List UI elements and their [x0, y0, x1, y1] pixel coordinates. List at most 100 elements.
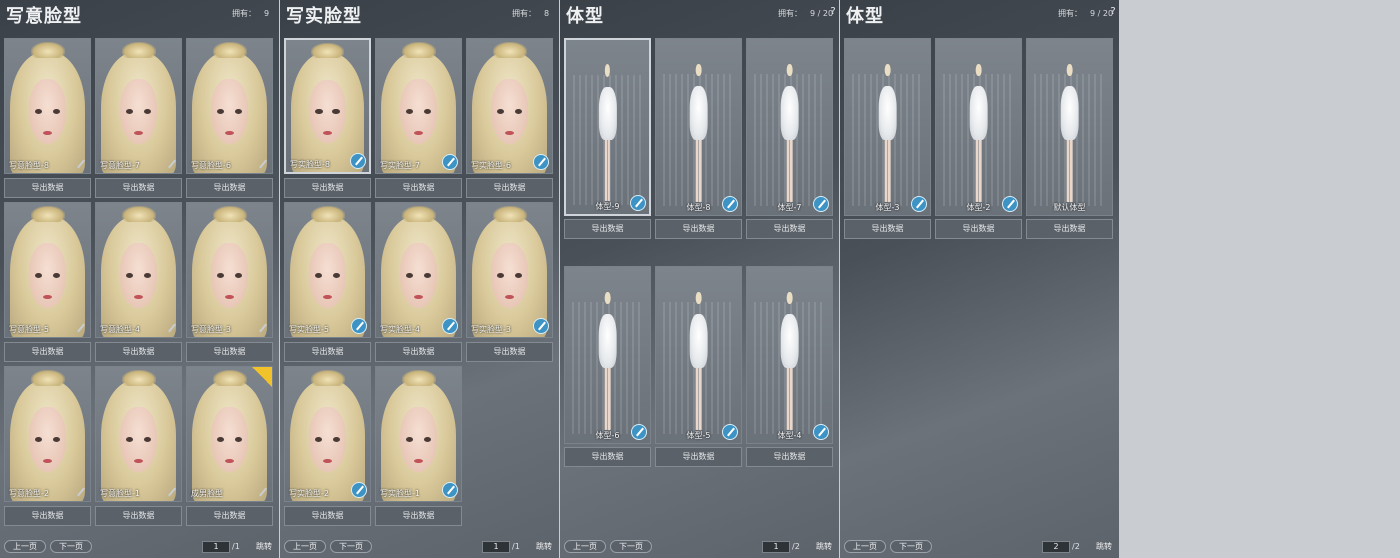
export-data-button[interactable]: 导出数据 — [95, 342, 182, 362]
brush-icon[interactable] — [630, 195, 646, 211]
brush-icon[interactable] — [75, 158, 87, 170]
jump-button[interactable]: 跳转 — [254, 540, 274, 553]
export-data-button[interactable]: 导出数据 — [4, 506, 91, 526]
export-data-button[interactable]: 导出数据 — [746, 447, 833, 467]
brush-icon[interactable] — [442, 154, 458, 170]
brush-icon[interactable] — [442, 482, 458, 498]
brush-icon[interactable] — [166, 158, 178, 170]
brush-icon[interactable] — [257, 158, 269, 170]
next-page-button[interactable]: 下一页 — [610, 540, 652, 553]
export-data-button[interactable]: 导出数据 — [4, 178, 91, 198]
preset-thumbnail[interactable]: 写实脸型-5 — [284, 202, 371, 338]
jump-button[interactable]: 跳转 — [814, 540, 834, 553]
export-data-button[interactable]: 导出数据 — [375, 178, 462, 198]
export-data-button[interactable]: 导出数据 — [655, 219, 742, 239]
prev-page-button[interactable]: 上一页 — [844, 540, 886, 553]
preset-thumbnail[interactable]: 体型-9 — [564, 38, 651, 216]
export-data-button[interactable]: 导出数据 — [375, 342, 462, 362]
jump-button[interactable]: 跳转 — [534, 540, 554, 553]
preset-thumbnail[interactable]: 体型-2 — [935, 38, 1022, 216]
export-data-button[interactable]: 导出数据 — [284, 342, 371, 362]
prev-page-button[interactable]: 上一页 — [4, 540, 46, 553]
preset-thumbnail[interactable]: 写实脸型-6 — [466, 38, 553, 174]
brush-icon[interactable] — [1002, 196, 1018, 212]
export-data-button[interactable]: 导出数据 — [1026, 219, 1113, 239]
preset-thumbnail[interactable]: 成男脸型 — [186, 366, 273, 502]
preset-thumbnail[interactable]: 写实脸型-8 — [284, 38, 371, 174]
jump-button[interactable]: 跳转 — [1094, 540, 1114, 553]
brush-icon[interactable] — [75, 322, 87, 334]
brush-icon[interactable] — [75, 486, 87, 498]
help-icon[interactable]: ? — [828, 6, 838, 18]
brush-icon[interactable] — [351, 482, 367, 498]
export-data-button[interactable]: 导出数据 — [4, 342, 91, 362]
brush-icon[interactable] — [722, 424, 738, 440]
export-data-button[interactable]: 导出数据 — [95, 506, 182, 526]
preset-thumbnail[interactable]: 写实脸型-1 — [375, 366, 462, 502]
page-number-input[interactable]: 1 — [482, 541, 510, 553]
brush-icon[interactable] — [257, 486, 269, 498]
brush-icon[interactable] — [351, 318, 367, 334]
export-data-button[interactable]: 导出数据 — [466, 178, 553, 198]
next-page-button[interactable]: 下一页 — [330, 540, 372, 553]
preset-thumbnail[interactable]: 写实脸型-4 — [375, 202, 462, 338]
eye-art — [332, 108, 340, 114]
page-number-input[interactable]: 1 — [202, 541, 230, 553]
brush-icon[interactable] — [631, 424, 647, 440]
export-data-button[interactable]: 导出数据 — [655, 447, 742, 467]
export-data-button[interactable]: 导出数据 — [746, 219, 833, 239]
page-total: /2 — [792, 542, 800, 551]
help-icon[interactable]: ? — [1108, 6, 1118, 18]
preset-thumbnail[interactable]: 写意脸型-5 — [4, 202, 91, 338]
brush-icon[interactable] — [442, 318, 458, 334]
preset-thumbnail[interactable]: 写实脸型-3 — [466, 202, 553, 338]
page-number-input[interactable]: 1 — [762, 541, 790, 553]
brush-icon[interactable] — [533, 154, 549, 170]
export-data-button[interactable]: 导出数据 — [564, 447, 651, 467]
export-data-button[interactable]: 导出数据 — [375, 506, 462, 526]
eye-art — [315, 108, 323, 114]
preset-thumbnail[interactable]: 体型-6 — [564, 266, 651, 444]
face-slot: 写意脸型-5 导出数据 — [4, 202, 91, 362]
brush-icon[interactable] — [813, 424, 829, 440]
preset-thumbnail[interactable]: 写意脸型-3 — [186, 202, 273, 338]
brush-icon[interactable] — [350, 153, 366, 169]
export-data-button[interactable]: 导出数据 — [564, 219, 651, 239]
preset-thumbnail[interactable]: 体型-8 — [655, 38, 742, 216]
panel-3: 体型 拥有： 9 / 20? 体型-9 导出数据 体型-8 导出数据 体型-7 导出数据 体型-6… — [560, 0, 839, 558]
brush-icon[interactable] — [166, 486, 178, 498]
preset-thumbnail[interactable]: 写意脸型-7 — [95, 38, 182, 174]
preset-thumbnail[interactable]: 写意脸型-1 — [95, 366, 182, 502]
brush-icon[interactable] — [257, 322, 269, 334]
preset-thumbnail[interactable]: 体型-5 — [655, 266, 742, 444]
export-data-button[interactable]: 导出数据 — [186, 342, 273, 362]
preset-thumbnail[interactable]: 体型-7 — [746, 38, 833, 216]
preset-thumbnail[interactable]: 写实脸型-7 — [375, 38, 462, 174]
preset-thumbnail[interactable]: 写实脸型-2 — [284, 366, 371, 502]
preset-thumbnail[interactable]: 写意脸型-2 — [4, 366, 91, 502]
export-data-button[interactable]: 导出数据 — [284, 506, 371, 526]
preset-thumbnail[interactable]: 写意脸型-8 — [4, 38, 91, 174]
preset-thumbnail[interactable]: 默认体型 — [1026, 38, 1113, 216]
page-number-input[interactable]: 2 — [1042, 541, 1070, 553]
export-data-button[interactable]: 导出数据 — [95, 178, 182, 198]
next-page-button[interactable]: 下一页 — [890, 540, 932, 553]
brush-icon[interactable] — [722, 196, 738, 212]
export-data-button[interactable]: 导出数据 — [284, 178, 371, 198]
export-data-button[interactable]: 导出数据 — [844, 219, 931, 239]
prev-page-button[interactable]: 上一页 — [564, 540, 606, 553]
export-data-button[interactable]: 导出数据 — [186, 178, 273, 198]
export-data-button[interactable]: 导出数据 — [186, 506, 273, 526]
preset-thumbnail[interactable]: 写意脸型-6 — [186, 38, 273, 174]
next-page-button[interactable]: 下一页 — [50, 540, 92, 553]
brush-icon[interactable] — [911, 196, 927, 212]
brush-icon[interactable] — [533, 318, 549, 334]
prev-page-button[interactable]: 上一页 — [284, 540, 326, 553]
brush-icon[interactable] — [813, 196, 829, 212]
preset-thumbnail[interactable]: 体型-3 — [844, 38, 931, 216]
export-data-button[interactable]: 导出数据 — [466, 342, 553, 362]
brush-icon[interactable] — [166, 322, 178, 334]
preset-thumbnail[interactable]: 体型-4 — [746, 266, 833, 444]
preset-thumbnail[interactable]: 写意脸型-4 — [95, 202, 182, 338]
export-data-button[interactable]: 导出数据 — [935, 219, 1022, 239]
